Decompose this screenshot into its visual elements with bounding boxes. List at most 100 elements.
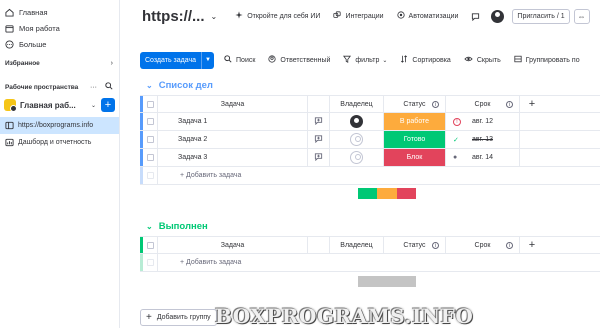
chevron-down-icon[interactable]: ⌄ <box>146 222 153 231</box>
add-column-button[interactable]: + <box>520 237 544 253</box>
sort-label: Сортировка <box>412 56 451 64</box>
sidebar-item-my-work[interactable]: Моя работа <box>0 20 119 36</box>
column-header-status[interactable]: Статус i <box>384 96 446 112</box>
add-group-button[interactable]: + Добавить группу <box>140 309 217 326</box>
status-cell[interactable]: В работе <box>384 113 446 130</box>
integrations-button[interactable]: Интеграции <box>333 11 384 21</box>
chevron-down-icon[interactable]: ▼ <box>201 51 214 69</box>
workspace-selector[interactable]: Главная раб... ⌄ + <box>0 96 119 114</box>
checkbox[interactable] <box>146 100 154 108</box>
watermark: BOXPROGRAMS.INFO <box>215 304 474 328</box>
column-header-owner[interactable]: Владелец <box>330 237 384 253</box>
status-cell[interactable]: Блок <box>384 149 446 166</box>
chevron-down-icon[interactable]: ⌄ <box>146 81 153 90</box>
table-row[interactable]: Задача 1 В работе ! авг. 12 <box>140 113 600 131</box>
add-update-button[interactable] <box>308 131 330 148</box>
status-summary-segment <box>396 188 416 199</box>
add-update-button[interactable] <box>308 149 330 166</box>
add-column-button[interactable]: + <box>520 96 544 112</box>
row-checkbox[interactable] <box>143 254 158 271</box>
group-by-button[interactable]: Группировать по <box>514 55 580 65</box>
owner-cell[interactable] <box>330 149 384 166</box>
column-header-date[interactable]: Срок i <box>446 96 520 112</box>
group-icon <box>514 55 522 65</box>
sidebar-item-board[interactable]: https://boxprograms.info <box>0 117 119 134</box>
sidebar-item-dashboard[interactable]: Дашборд и отчетность <box>0 134 119 151</box>
automations-button[interactable]: Автоматизации <box>396 11 459 21</box>
group-title-todo[interactable]: ⌄ Список дел <box>146 80 213 91</box>
sidebar-item-more[interactable]: Больше <box>0 36 119 52</box>
date-cell[interactable]: ✓ авг. 13 <box>446 131 520 148</box>
home-icon <box>5 8 14 17</box>
checkbox[interactable] <box>146 118 154 125</box>
task-name[interactable]: Задача 1 <box>158 113 308 130</box>
checkbox[interactable] <box>146 241 154 249</box>
add-workspace-item-button[interactable]: + <box>101 98 115 112</box>
date-cell[interactable]: ● авг. 14 <box>446 149 520 166</box>
chat-plus-icon <box>314 152 323 163</box>
chat-plus-icon <box>314 134 323 145</box>
chevron-right-icon[interactable]: › <box>111 60 113 67</box>
select-all-checkbox[interactable] <box>143 237 158 253</box>
table-row[interactable]: Задача 3 Блок ● авг. 14 <box>140 149 600 167</box>
search-button[interactable]: Поиск <box>224 55 255 65</box>
add-task-input[interactable]: + Добавить задача <box>158 254 600 271</box>
add-task-row[interactable]: + Добавить задача <box>140 167 600 185</box>
table-row[interactable]: Задача 2 Готово ✓ авг. 13 <box>140 131 600 149</box>
status-summary-bar[interactable] <box>358 188 416 199</box>
row-checkbox[interactable] <box>143 113 158 130</box>
date-cell[interactable]: ! авг. 12 <box>446 113 520 130</box>
group-table-done: Задача Владелец Статус i Срок i + + Доба… <box>140 236 600 272</box>
sidebar-item-home[interactable]: Главная <box>0 4 119 20</box>
more-dots-icon[interactable]: ··· <box>90 84 97 91</box>
ai-button[interactable]: Откройте для себя ИИ <box>235 11 320 21</box>
search-icon[interactable] <box>105 82 113 92</box>
user-avatar[interactable] <box>491 9 505 23</box>
row-checkbox[interactable] <box>143 167 158 184</box>
add-update-button[interactable] <box>308 113 330 130</box>
column-header-owner[interactable]: Владелец <box>330 96 384 112</box>
task-name[interactable]: Задача 3 <box>158 149 308 166</box>
add-task-input[interactable]: + Добавить задача <box>158 167 600 184</box>
owner-cell[interactable] <box>330 113 384 130</box>
copy-link-button[interactable]: ⇔ <box>573 8 590 24</box>
automations-label: Автоматизации <box>408 12 459 20</box>
column-header-task[interactable]: Задача <box>158 96 308 112</box>
checkbox[interactable] <box>146 154 154 161</box>
owner-cell[interactable] <box>330 131 384 148</box>
status-summary-bar[interactable] <box>358 276 416 287</box>
add-task-row[interactable]: + Добавить задача <box>140 254 600 272</box>
chevron-down-icon[interactable]: ⌄ <box>211 12 218 21</box>
board-title[interactable]: https://... <box>142 8 205 25</box>
column-header-date[interactable]: Срок i <box>446 237 520 253</box>
chevron-down-icon: ⌄ <box>90 102 96 109</box>
filter-button[interactable]: фильтр ⌄ <box>343 55 387 65</box>
column-header-updates <box>308 237 330 253</box>
create-task-button[interactable]: Создать задача ▼ <box>140 51 215 69</box>
sort-icon <box>400 55 408 65</box>
checkbox[interactable] <box>146 136 154 143</box>
info-icon[interactable]: i <box>506 100 513 108</box>
hide-label: Скрыть <box>476 56 501 64</box>
person-filter-button[interactable]: Ответственный <box>268 55 330 65</box>
favorites-section[interactable]: Избранное <box>0 60 40 67</box>
row-checkbox[interactable] <box>143 149 158 166</box>
column-header-task[interactable]: Задача <box>158 237 308 253</box>
group-title-done[interactable]: ⌄ Выполнен <box>146 221 208 232</box>
sort-button[interactable]: Сортировка <box>400 55 451 65</box>
column-header-status[interactable]: Статус i <box>384 237 446 253</box>
info-icon[interactable]: i <box>432 100 439 108</box>
status-label: В работе <box>384 113 445 130</box>
select-all-checkbox[interactable] <box>143 96 158 112</box>
invite-button[interactable]: Пригласить / 1 <box>512 8 570 24</box>
info-icon[interactable]: i <box>506 241 513 249</box>
status-cell[interactable]: Готово <box>384 131 446 148</box>
hide-button[interactable]: Скрыть <box>464 55 501 65</box>
status-label: Блок <box>384 149 445 166</box>
task-name[interactable]: Задача 2 <box>158 131 308 148</box>
row-checkbox[interactable] <box>143 131 158 148</box>
check-icon: ✓ <box>453 136 459 144</box>
column-header-status-label: Статус <box>403 241 426 249</box>
chat-icon[interactable] <box>471 12 480 21</box>
info-icon[interactable]: i <box>432 241 439 249</box>
